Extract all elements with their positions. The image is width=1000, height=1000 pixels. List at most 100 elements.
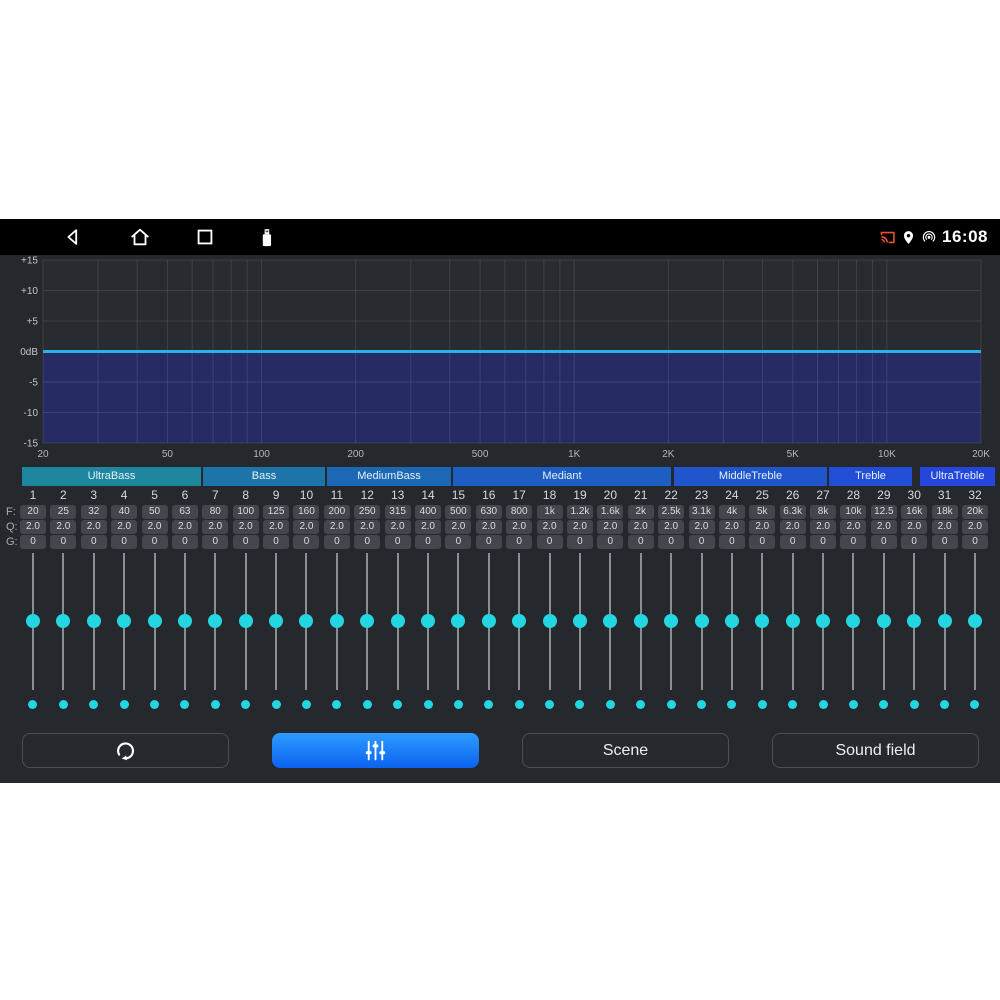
channel-number: 24 (717, 488, 747, 502)
band-dot[interactable] (545, 700, 554, 709)
band-dot[interactable] (636, 700, 645, 709)
slider-knob[interactable] (695, 614, 709, 628)
slider-knob[interactable] (269, 614, 283, 628)
slider-knob[interactable] (117, 614, 131, 628)
band-dot[interactable] (819, 700, 828, 709)
band-dot[interactable] (332, 700, 341, 709)
channel-number: 5 (139, 488, 169, 502)
slider-knob[interactable] (482, 614, 496, 628)
slider-knob[interactable] (56, 614, 70, 628)
band-dot[interactable] (727, 700, 736, 709)
eq-graph: +15+10+50dB-5-10-1520501002005001K2K5K10… (0, 255, 1000, 461)
slider-knob[interactable] (512, 614, 526, 628)
channel-number: 26 (777, 488, 807, 502)
q-value: 2.0 (172, 520, 198, 534)
slider-knob[interactable] (421, 614, 435, 628)
band-dot[interactable] (180, 700, 189, 709)
band-dot[interactable] (59, 700, 68, 709)
slider-knob[interactable] (603, 614, 617, 628)
home-icon[interactable] (129, 226, 151, 248)
freq-value: 16k (901, 505, 927, 519)
band-dot[interactable] (575, 700, 584, 709)
slider-knob[interactable] (451, 614, 465, 628)
band-dot[interactable] (788, 700, 797, 709)
band-dot[interactable] (393, 700, 402, 709)
usb-icon[interactable] (255, 226, 277, 248)
freq-value: 2k (628, 505, 654, 519)
reset-button[interactable] (22, 733, 229, 768)
hotspot-icon (921, 229, 937, 245)
band-dot[interactable] (484, 700, 493, 709)
slider-knob[interactable] (148, 614, 162, 628)
channel-number: 4 (109, 488, 139, 502)
db-tick-label: -10 (24, 408, 39, 419)
band-dot[interactable] (697, 700, 706, 709)
q-value: 2.0 (628, 520, 654, 534)
slider-knob[interactable] (755, 614, 769, 628)
band-dot[interactable] (89, 700, 98, 709)
band-dot[interactable] (120, 700, 129, 709)
gain-value: 0 (628, 535, 654, 549)
band-dot[interactable] (758, 700, 767, 709)
channel-number: 21 (626, 488, 656, 502)
band-dot[interactable] (211, 700, 220, 709)
slider-knob[interactable] (299, 614, 313, 628)
freq-value: 400 (415, 505, 441, 519)
slider-knob[interactable] (907, 614, 921, 628)
back-icon[interactable] (62, 226, 84, 248)
slider-knob[interactable] (846, 614, 860, 628)
freq-value: 160 (293, 505, 319, 519)
channel-number: 10 (291, 488, 321, 502)
freq-value: 315 (385, 505, 411, 519)
slider-knob[interactable] (816, 614, 830, 628)
gain-value: 0 (658, 535, 684, 549)
slider-knob[interactable] (26, 614, 40, 628)
channel-number: 19 (565, 488, 595, 502)
band-dot[interactable] (363, 700, 372, 709)
scene-button[interactable]: Scene (522, 733, 729, 768)
slider-knob[interactable] (573, 614, 587, 628)
slider-knob[interactable] (877, 614, 891, 628)
channel-column: 112002.00 (322, 488, 352, 714)
q-value: 2.0 (840, 520, 866, 534)
channel-number: 8 (231, 488, 261, 502)
slider-knob[interactable] (725, 614, 739, 628)
band-dot[interactable] (515, 700, 524, 709)
slider-knob[interactable] (360, 614, 374, 628)
band-dot[interactable] (28, 700, 37, 709)
band-dot[interactable] (667, 700, 676, 709)
band-dot[interactable] (241, 700, 250, 709)
band-dot[interactable] (910, 700, 919, 709)
slider-knob[interactable] (543, 614, 557, 628)
recents-icon[interactable] (194, 226, 216, 248)
gain-value: 0 (354, 535, 380, 549)
band-dot[interactable] (606, 700, 615, 709)
freq-tick-label: 200 (347, 449, 364, 460)
slider-knob[interactable] (208, 614, 222, 628)
slider-knob[interactable] (968, 614, 982, 628)
sound-field-button[interactable]: Sound field (772, 733, 979, 768)
equalizer-button[interactable] (272, 733, 479, 768)
slider-knob[interactable] (634, 614, 648, 628)
band-dot[interactable] (272, 700, 281, 709)
band-dot[interactable] (940, 700, 949, 709)
band-group-mediant: Mediant (453, 467, 671, 486)
band-dot[interactable] (454, 700, 463, 709)
slider-knob[interactable] (239, 614, 253, 628)
slider-knob[interactable] (391, 614, 405, 628)
slider-knob[interactable] (664, 614, 678, 628)
channel-number: 28 (838, 488, 868, 502)
slider-knob[interactable] (178, 614, 192, 628)
freq-value: 8k (810, 505, 836, 519)
band-dot[interactable] (849, 700, 858, 709)
q-value: 2.0 (415, 520, 441, 534)
slider-knob[interactable] (938, 614, 952, 628)
band-dot[interactable] (150, 700, 159, 709)
band-dot[interactable] (302, 700, 311, 709)
slider-knob[interactable] (87, 614, 101, 628)
band-dot[interactable] (879, 700, 888, 709)
slider-knob[interactable] (330, 614, 344, 628)
band-dot[interactable] (424, 700, 433, 709)
band-dot[interactable] (970, 700, 979, 709)
slider-knob[interactable] (786, 614, 800, 628)
